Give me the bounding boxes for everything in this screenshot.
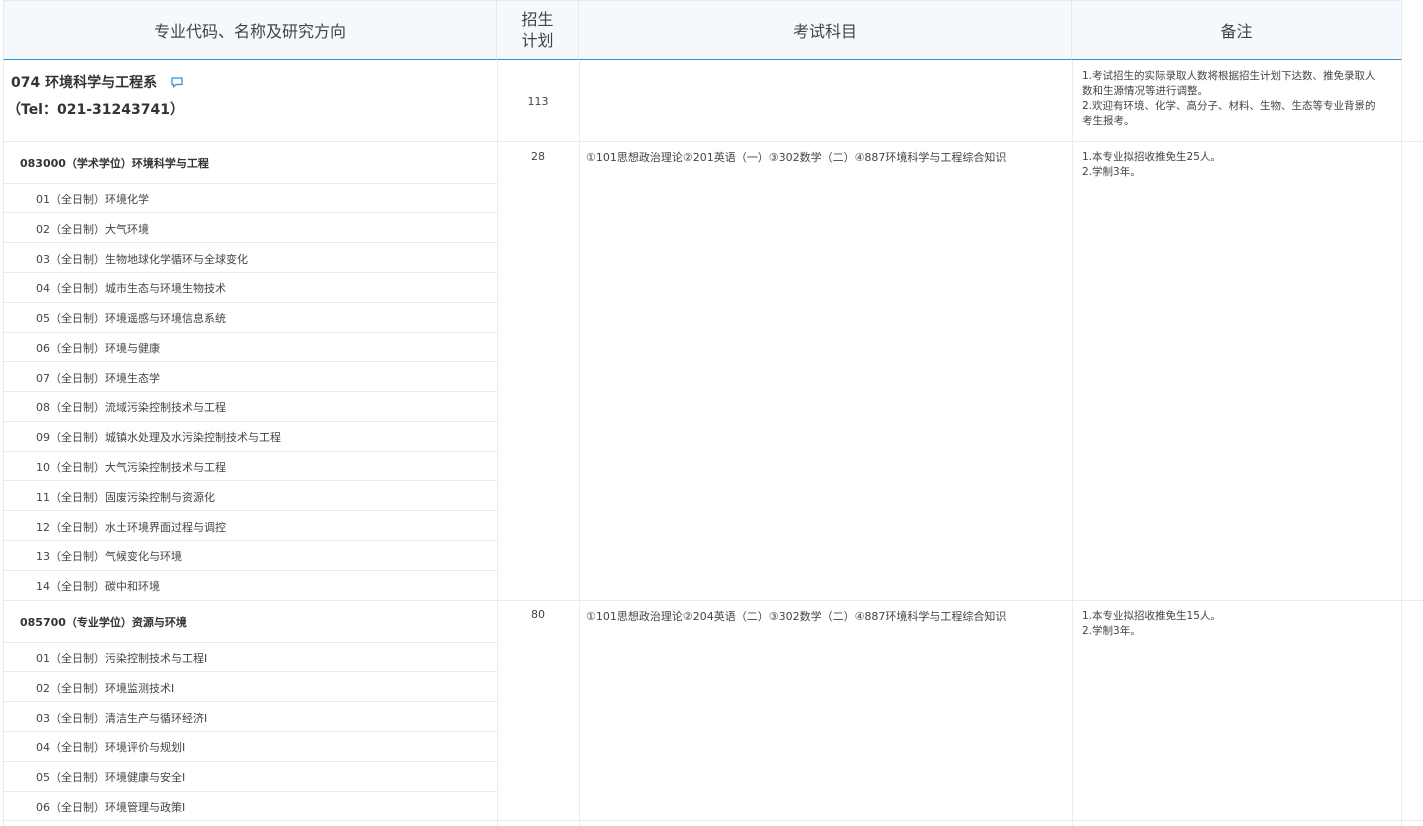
major-subjects: ①101思想政治理论②204英语（二）③302数学（二）④887环境科学与工程综…: [586, 610, 1007, 623]
department-notes: 1.考试招生的实际录取人数将根据招生计划下达数、推免录取人 数和生源情况等进行调…: [1082, 69, 1398, 129]
grid-line: [3, 671, 497, 672]
grid-line: [3, 701, 497, 702]
direction-item: 02（全日制）大气环境: [36, 223, 149, 236]
grid-line: [3, 272, 497, 273]
grid-line: [3, 212, 497, 213]
major-plan: 80: [531, 608, 545, 621]
direction-item: 03（全日制）生物地球化学循环与全球变化: [36, 253, 248, 266]
grid-line: [3, 242, 497, 243]
direction-item: 01（全日制）环境化学: [36, 193, 149, 206]
direction-item: 08（全日制）流域污染控制技术与工程: [36, 401, 226, 414]
department-note-line: 1.考试招生的实际录取人数将根据招生计划下达数、推免录取人: [1082, 70, 1376, 82]
major-note-line: 1.本专业拟招收推免生15人。: [1082, 610, 1221, 622]
grid-line: [3, 791, 497, 792]
grid-line: [3, 540, 497, 541]
major-notes: 1.本专业拟招收推免生15人。 2.学制3年。: [1082, 609, 1221, 639]
grid-line: [3, 731, 497, 732]
major-name: 083000（学术学位）环境科学与工程: [20, 157, 209, 170]
direction-item: 14（全日制）碳中和环境: [36, 580, 160, 593]
grid-line: [3, 141, 1423, 142]
major-notes: 1.本专业拟招收推免生25人。 2.学制3年。: [1082, 150, 1221, 180]
direction-item: 02（全日制）环境监测技术Ⅰ: [36, 682, 175, 695]
direction-item: 01（全日制）污染控制技术与工程Ⅰ: [36, 652, 208, 665]
header-major-label: 专业代码、名称及研究方向: [153, 22, 346, 41]
direction-item: 13（全日制）气候变化与环境: [36, 550, 182, 563]
grid-line: [3, 421, 497, 422]
grid-line: [3, 820, 1423, 821]
direction-item: 04（全日制）环境评价与规划Ⅰ: [36, 741, 186, 754]
grid-line: [497, 60, 498, 826]
header-notes-column: 备注: [1072, 0, 1402, 60]
department-note-line: 数和生源情况等进行调整。: [1082, 85, 1208, 97]
department-title: 074 环境科学与工程系: [11, 75, 158, 91]
header-plan-label-line1: 招生: [521, 10, 554, 29]
grid-line: [3, 570, 497, 571]
department-title-row: 074 环境科学与工程系: [11, 72, 491, 92]
grid-line: [3, 183, 497, 184]
grid-line: [3, 761, 497, 762]
header-plan-column: 招生 计划: [497, 0, 579, 60]
grid-line: [1401, 60, 1402, 826]
header-notes-label: 备注: [1220, 22, 1253, 41]
grid-line: [3, 302, 497, 303]
direction-item: 11（全日制）固废污染控制与资源化: [36, 491, 215, 504]
grid-line: [3, 451, 497, 452]
header-subjects-label: 考试科目: [792, 22, 857, 41]
grid-line: [579, 60, 580, 826]
grid-line: [3, 642, 497, 643]
direction-item: 05（全日制）环境健康与安全Ⅰ: [36, 771, 186, 784]
header-major-column: 专业代码、名称及研究方向: [3, 0, 497, 60]
grid-line: [3, 332, 497, 333]
grid-line: [3, 510, 497, 511]
department-tel: （Tel：021-31243741）: [7, 102, 184, 118]
department-note-line: 2.欢迎有环境、化学、高分子、材料、生物、生态等专业背景的: [1082, 100, 1376, 112]
direction-item: 03（全日制）清洁生产与循环经济Ⅰ: [36, 712, 208, 725]
department-note-line: 考生报考。: [1082, 115, 1135, 127]
major-note-line: 1.本专业拟招收推免生25人。: [1082, 151, 1221, 163]
header-plan-label-line2: 计划: [521, 31, 554, 50]
grid-line: [1072, 60, 1073, 826]
grid-line: [3, 600, 1423, 601]
direction-item: 05（全日制）环境遥感与环境信息系统: [36, 312, 226, 325]
direction-item: 07（全日制）环境生态学: [36, 372, 160, 385]
direction-item: 06（全日制）环境管理与政策Ⅰ: [36, 801, 186, 814]
enrollment-table: 专业代码、名称及研究方向 招生 计划 考试科目 备注 074 环境科学与工程系 …: [0, 0, 1423, 826]
major-name: 085700（专业学位）资源与环境: [20, 616, 187, 629]
department-plan: 113: [527, 95, 549, 108]
direction-item: 04（全日制）城市生态与环境生物技术: [36, 282, 226, 295]
grid-line: [3, 361, 497, 362]
direction-item: 10（全日制）大气污染控制技术与工程: [36, 461, 226, 474]
grid-line: [3, 391, 497, 392]
header-subjects-column: 考试科目: [579, 0, 1072, 60]
major-plan: 28: [531, 150, 545, 163]
direction-item: 09（全日制）城镇水处理及水污染控制技术与工程: [36, 431, 281, 444]
major-subjects: ①101思想政治理论②201英语（一）③302数学（二）④887环境科学与工程综…: [586, 151, 1007, 164]
grid-line: [3, 480, 497, 481]
department-cell: 074 环境科学与工程系 （Tel：021-31243741）: [7, 72, 491, 119]
major-note-line: 2.学制3年。: [1082, 625, 1141, 637]
direction-item: 12（全日制）水土环境界面过程与调控: [36, 521, 226, 534]
major-note-line: 2.学制3年。: [1082, 166, 1141, 178]
direction-item: 06（全日制）环境与健康: [36, 342, 160, 355]
comment-icon[interactable]: [171, 77, 183, 88]
grid-line: [3, 60, 4, 826]
